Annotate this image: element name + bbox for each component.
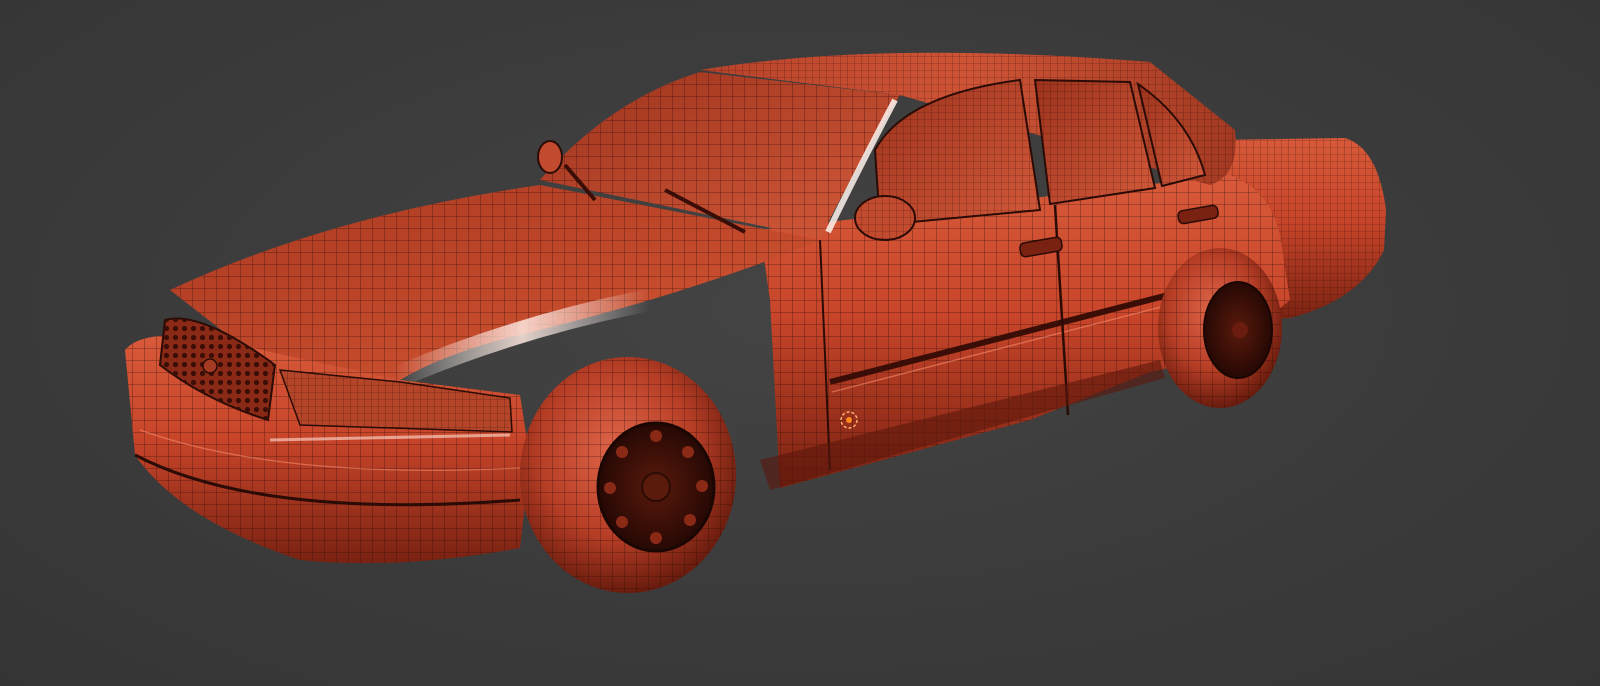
rear-hub-icon <box>1232 322 1248 338</box>
front-hub-icon <box>641 472 671 502</box>
car-rearview-mirror[interactable] <box>537 140 563 174</box>
front-wheel[interactable] <box>520 357 736 593</box>
car-model[interactable] <box>125 52 1386 593</box>
rear-wheel[interactable] <box>1158 248 1282 408</box>
scene-canvas[interactable] <box>0 0 1600 686</box>
3d-viewport[interactable] <box>0 0 1600 686</box>
grille-emblem-icon <box>202 358 218 374</box>
car-side-mirror[interactable] <box>854 195 916 241</box>
